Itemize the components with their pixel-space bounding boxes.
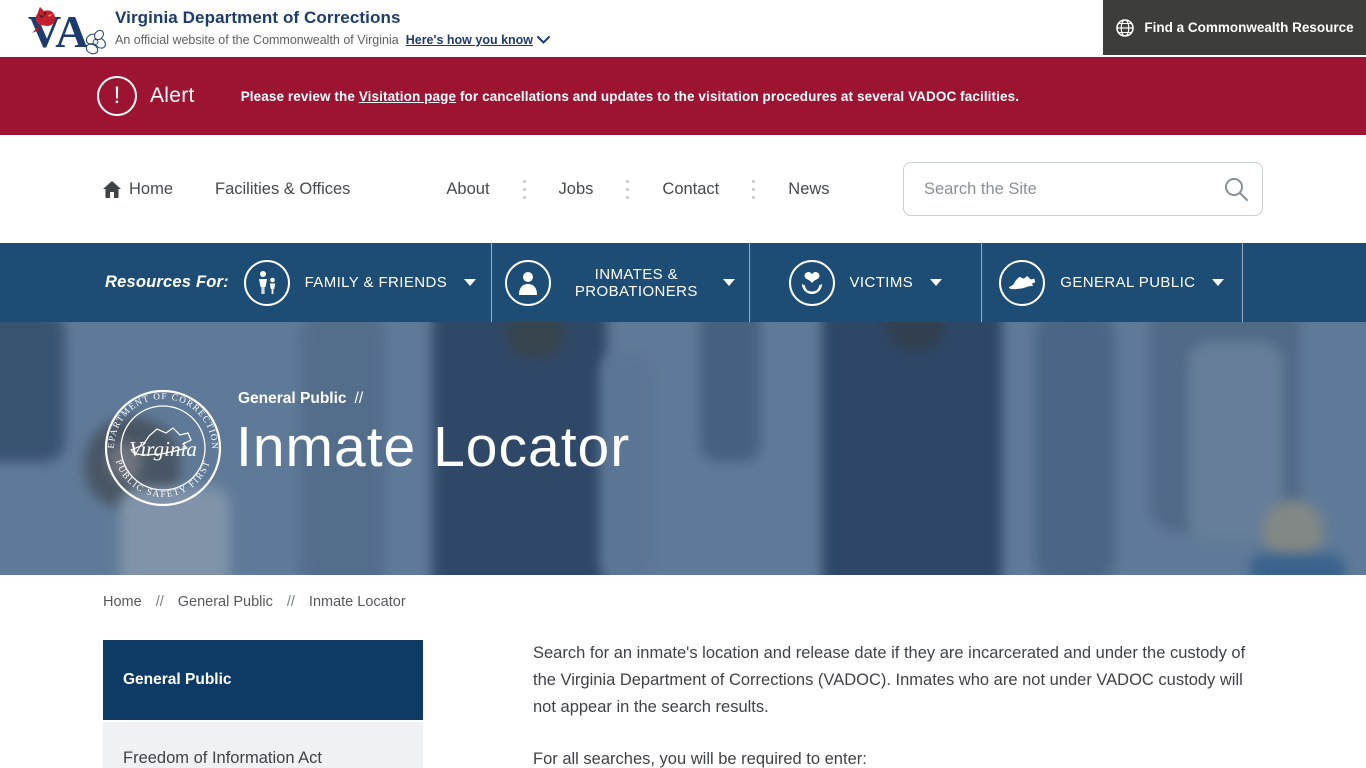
alert-label: Alert [150, 84, 195, 108]
search-requirements-intro: For all searches, you will be required t… [533, 746, 1263, 768]
breadcrumb: Home // General Public // Inmate Locator [103, 594, 1366, 610]
virginia-state-icon [999, 260, 1045, 306]
nav-item-home[interactable]: Home [103, 180, 173, 199]
resources-label-victims: VICTIMS [850, 274, 914, 291]
nav-separator [626, 180, 629, 199]
breadcrumb-separator: // [287, 594, 295, 610]
resources-inmates-probationers-dropdown[interactable]: INMATES & PROBATIONERS [492, 243, 749, 322]
chevron-down-icon [537, 36, 550, 44]
hero-section-eyebrow[interactable]: General Public// [238, 390, 363, 408]
description-paragraph: Search for an inmate's location and rele… [533, 640, 1263, 721]
search-icon [1223, 176, 1249, 202]
nav-item-jobs[interactable]: Jobs [559, 180, 594, 199]
family-icon [244, 260, 290, 306]
nav-label: Contact [662, 180, 719, 199]
nav-label: Jobs [559, 180, 594, 199]
nav-item-about[interactable]: About [446, 180, 489, 199]
site-header: VA Virginia Department of Corrections [0, 0, 1366, 57]
find-commonwealth-resource-label: Find a Commonwealth Resource [1144, 20, 1353, 35]
search-input[interactable] [903, 162, 1263, 216]
caret-down-icon [464, 279, 476, 286]
nav-label: About [446, 180, 489, 199]
nav-item-news[interactable]: News [788, 180, 829, 199]
visitation-page-link[interactable]: Visitation page [359, 89, 456, 104]
resources-victims-dropdown[interactable]: VICTIMS [750, 243, 981, 322]
nav-label: News [788, 180, 829, 199]
breadcrumb-general-public[interactable]: General Public [178, 594, 273, 610]
inmate-locator-description: Search for an inmate's location and rele… [533, 640, 1263, 768]
caret-down-icon [930, 279, 942, 286]
site-title: Virginia Department of Corrections [115, 8, 550, 28]
alert-message: Please review the Visitation page for ca… [241, 89, 1019, 104]
find-commonwealth-resource-button[interactable]: Find a Commonwealth Resource [1103, 0, 1366, 55]
resources-label-general-public: GENERAL PUBLIC [1060, 274, 1195, 291]
section-sidebar: General Public Freedom of Information Ac… [103, 640, 423, 768]
alert-exclamation-icon: ! [97, 76, 137, 116]
site-search [903, 162, 1263, 216]
nav-item-facilities-offices[interactable]: Facilities & Offices [215, 180, 350, 199]
nav-label: Facilities & Offices [215, 180, 350, 199]
resources-for-label: Resources For: [105, 273, 229, 292]
page-title: Inmate Locator [236, 414, 630, 480]
caret-down-icon [1212, 279, 1224, 286]
inmate-icon [505, 260, 551, 306]
caret-down-icon [723, 279, 735, 286]
breadcrumb-home[interactable]: Home [103, 594, 142, 610]
vadoc-logo[interactable]: VA [26, 3, 108, 55]
hero-banner: DEPARTMENT OF CORRECTIONS PUBLIC SAFETY … [0, 322, 1366, 575]
resources-general-public-dropdown[interactable]: GENERAL PUBLIC [982, 243, 1242, 322]
sidebar-item-general-public[interactable]: General Public [103, 640, 423, 720]
heres-how-you-know-link[interactable]: Here's how you know [406, 33, 550, 47]
va-cardinal-logo-icon: VA [26, 3, 108, 55]
svg-text:Virginia: Virginia [129, 437, 197, 461]
nav-separator [523, 180, 526, 199]
globe-icon [1115, 18, 1135, 38]
breadcrumb-current: Inmate Locator [309, 594, 406, 610]
breadcrumb-separator: // [156, 594, 164, 610]
vadoc-seal: DEPARTMENT OF CORRECTIONS PUBLIC SAFETY … [103, 388, 223, 513]
page-content: General Public Freedom of Information Ac… [103, 640, 1263, 768]
resources-label-family-friends: FAMILY & FRIENDS [305, 274, 448, 291]
main-navigation: Home Facilities & Offices About Jobs Con… [0, 135, 1366, 243]
sidebar-item-foia[interactable]: Freedom of Information Act [103, 722, 423, 768]
resources-divider [1242, 243, 1243, 322]
home-icon [103, 181, 121, 198]
nav-item-contact[interactable]: Contact [662, 180, 719, 199]
official-site-text: An official website of the Commonwealth … [115, 33, 399, 47]
resources-for-bar: Resources For: FAMILY & FRIENDS INMATES … [0, 243, 1366, 322]
site-brand: Virginia Department of Corrections An of… [115, 8, 550, 47]
victims-icon [789, 260, 835, 306]
alert-banner: ! Alert Please review the Visitation pag… [0, 57, 1366, 135]
vadoc-seal-icon: DEPARTMENT OF CORRECTIONS PUBLIC SAFETY … [103, 388, 223, 508]
search-button[interactable] [1223, 176, 1249, 202]
resources-family-friends-dropdown[interactable]: FAMILY & FRIENDS [229, 243, 491, 322]
nav-separator [752, 180, 755, 199]
nav-label: Home [129, 180, 173, 199]
resources-label-inmates-probationers: INMATES & PROBATIONERS [566, 266, 706, 300]
